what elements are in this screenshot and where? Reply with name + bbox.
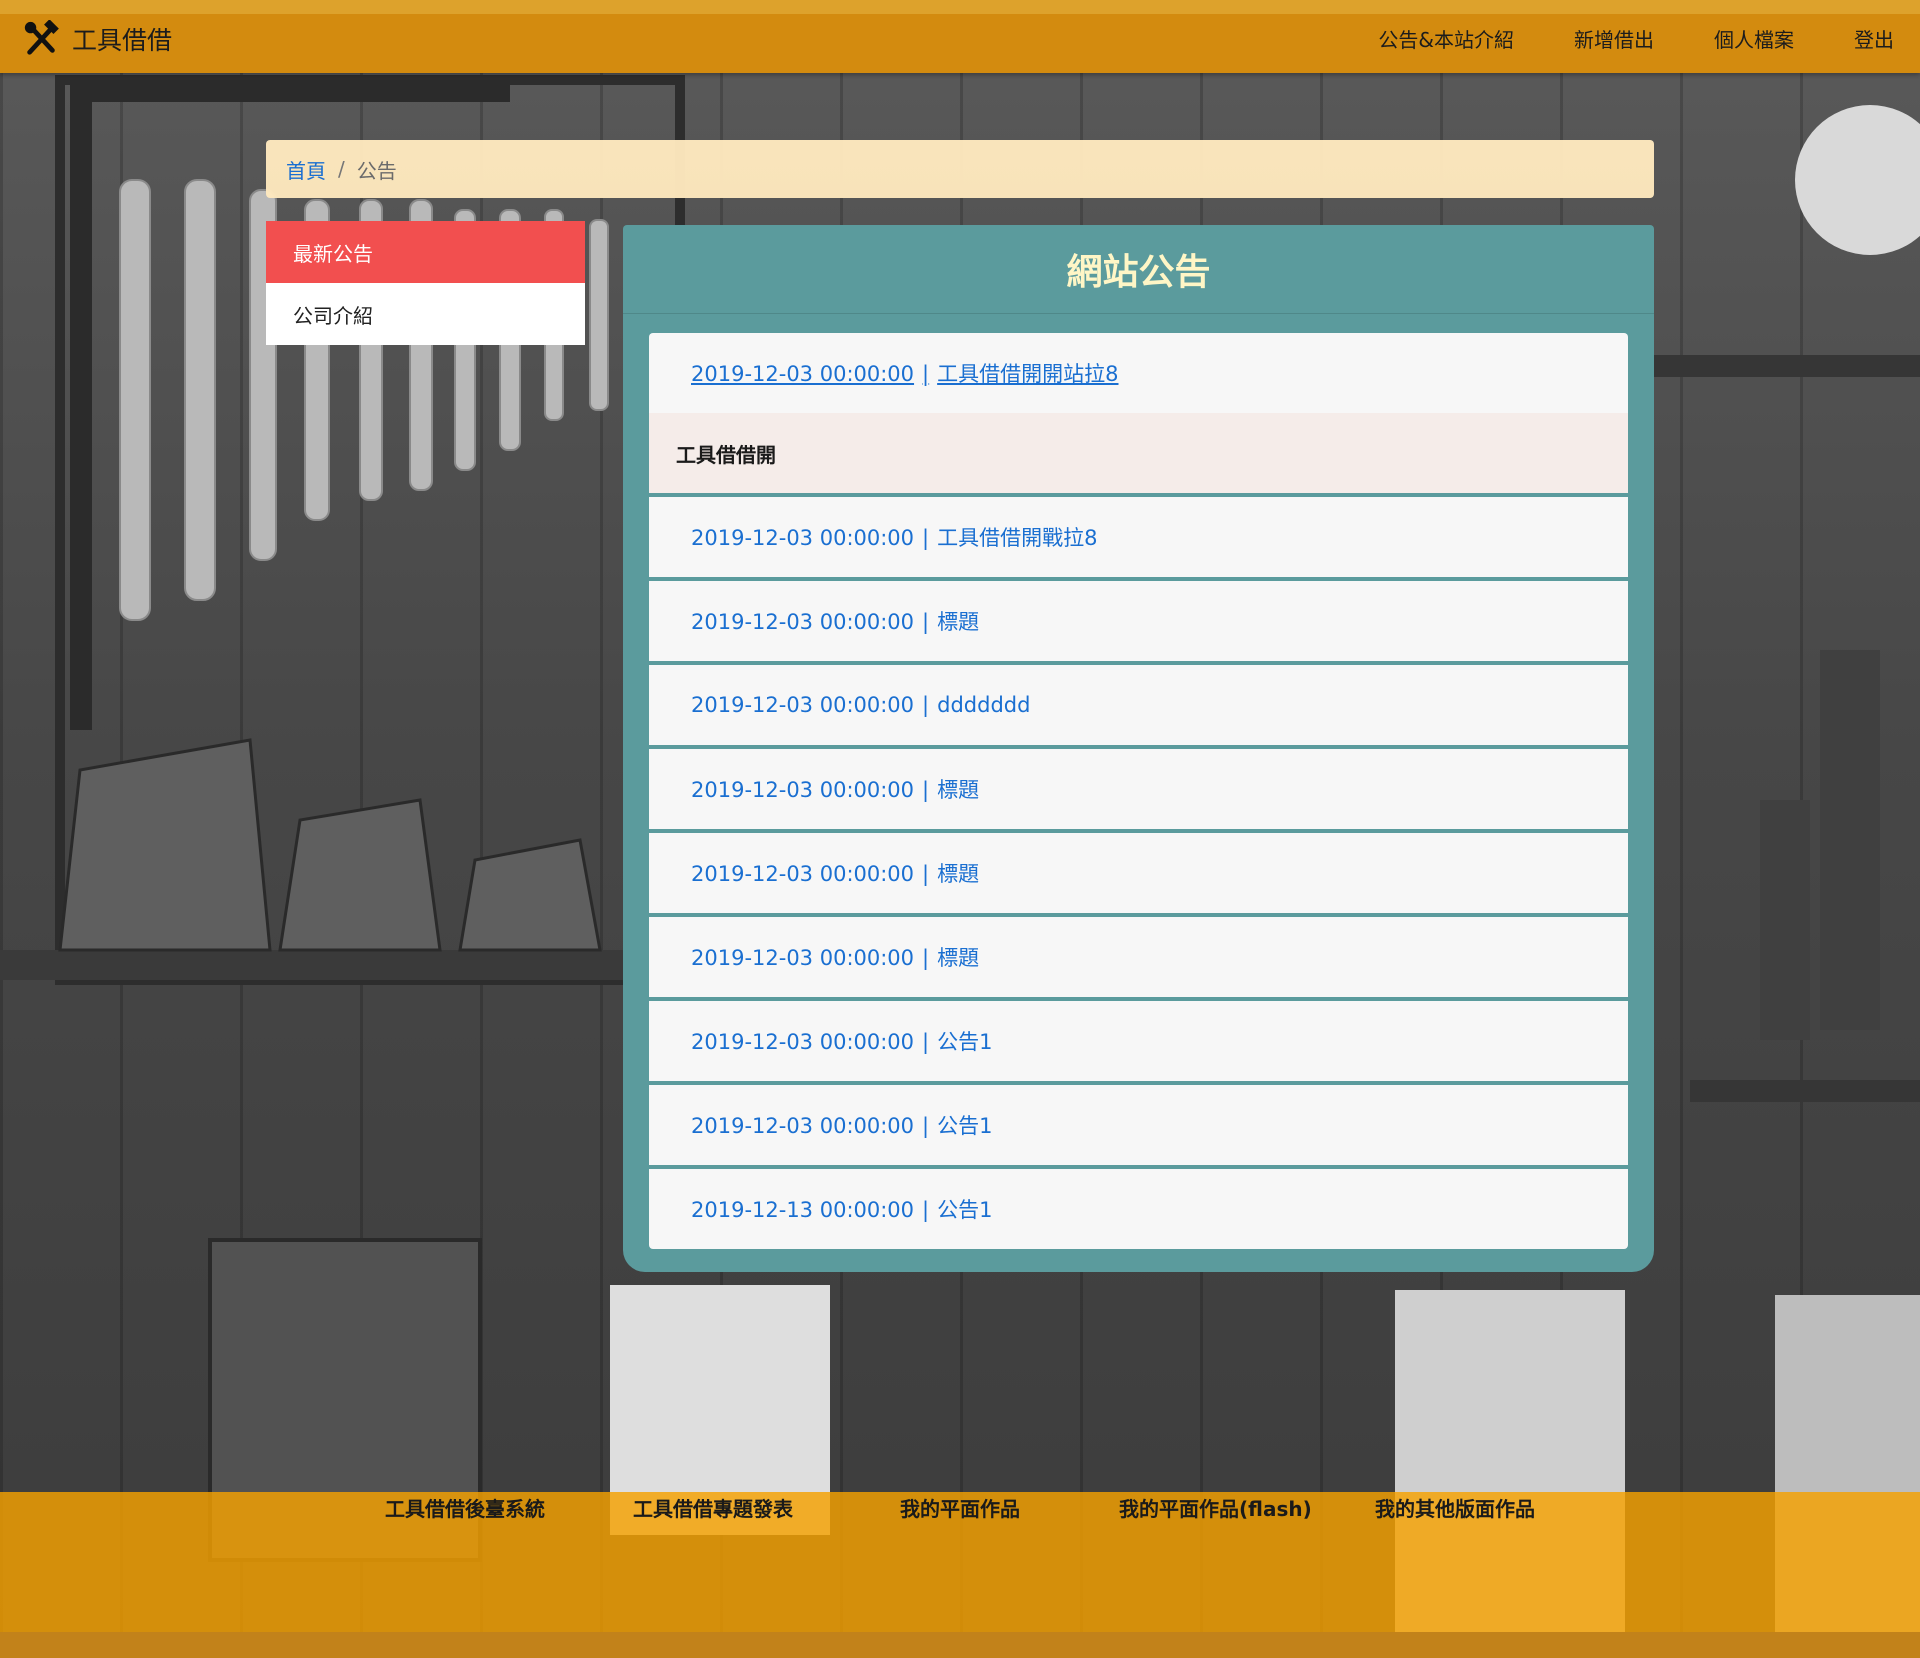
footer-link-other[interactable]: 我的其他版面作品 — [1375, 1493, 1535, 1522]
announcement-link[interactable]: 2019-12-03 00:00:00 | 標題 — [691, 858, 979, 888]
footer-link-graphic[interactable]: 我的平面作品 — [900, 1493, 1020, 1522]
announcement-link[interactable]: 2019-12-03 00:00:00 | 工具借借開戰拉8 — [691, 522, 1098, 552]
announcement-link[interactable]: 2019-12-13 00:00:00 | 公告1 — [691, 1194, 993, 1224]
announcement-row[interactable]: 2019-12-03 00:00:00 | 工具借借開戰拉8 — [649, 497, 1628, 577]
announcement-separator: | — [922, 946, 930, 970]
announcement-list: 2019-12-03 00:00:00 | 工具借借開開站拉8 工具借借開 2019… — [649, 333, 1628, 1249]
announcement-date: 2019-12-03 00:00:00 — [691, 693, 915, 717]
announcement-row[interactable]: 2019-12-03 00:00:00 | 標題 — [649, 749, 1628, 829]
announcement-title: 公告1 — [937, 1198, 993, 1222]
announcement-row[interactable]: 2019-12-03 00:00:00 | 公告1 — [649, 1001, 1628, 1081]
brand-name: 工具借借 — [72, 26, 173, 55]
announcement-separator: | — [922, 778, 930, 802]
announcement-row[interactable]: 2019-12-03 00:00:00 | 工具借借開開站拉8 — [649, 333, 1628, 413]
announcement-title: ddddddd — [937, 693, 1031, 717]
announcement-date: 2019-12-03 00:00:00 — [691, 1030, 915, 1054]
announcement-title: 標題 — [937, 778, 980, 802]
announcement-date: 2019-12-13 00:00:00 — [691, 1198, 915, 1222]
footer-link-admin[interactable]: 工具借借後臺系統 — [385, 1493, 545, 1522]
announcement-date: 2019-12-03 00:00:00 — [691, 362, 915, 386]
brand[interactable]: 工具借借 — [22, 20, 172, 58]
announcement-link[interactable]: 2019-12-03 00:00:00 | ddddddd — [691, 693, 1030, 717]
footer-bottom-bar — [0, 1632, 1920, 1658]
announcement-separator: | — [922, 362, 930, 386]
announcement-link[interactable]: 2019-12-03 00:00:00 | 公告1 — [691, 1026, 993, 1056]
announcement-separator: | — [922, 862, 930, 886]
announcement-separator: | — [922, 526, 930, 550]
nav-new-loan[interactable]: 新增借出 — [1574, 24, 1654, 53]
announcement-link[interactable]: 2019-12-03 00:00:00 | 標題 — [691, 606, 979, 636]
announcement-row[interactable]: 2019-12-13 00:00:00 | 公告1 — [649, 1169, 1628, 1249]
announcement-separator: | — [922, 1030, 930, 1054]
footer-link-project[interactable]: 工具借借專題發表 — [633, 1493, 793, 1522]
breadcrumb-home[interactable]: 首頁 — [286, 155, 326, 184]
announcement-detail: 工具借借開 — [649, 413, 1628, 493]
announcement-title: 標題 — [937, 610, 980, 634]
panel-title: 網站公告 — [623, 225, 1654, 314]
footer-link-flash[interactable]: 我的平面作品(flash) — [1119, 1493, 1312, 1522]
announcement-row[interactable]: 2019-12-03 00:00:00 | 標題 — [649, 581, 1628, 661]
navbar-top-strip — [0, 0, 1920, 14]
side-menu: 最新公告 公司介紹 — [266, 221, 585, 345]
sidebar-item-company-intro[interactable]: 公司介紹 — [266, 283, 585, 345]
announcement-separator: | — [922, 1198, 930, 1222]
announcement-title: 標題 — [937, 946, 980, 970]
footer: 工具借借後臺系統 工具借借專題發表 我的平面作品 我的平面作品(flash) 我… — [0, 1492, 1920, 1632]
nav-profile[interactable]: 個人檔案 — [1714, 24, 1794, 53]
footer-links: 工具借借後臺系統 工具借借專題發表 我的平面作品 我的平面作品(flash) 我… — [0, 1492, 1920, 1522]
announcement-title: 標題 — [937, 862, 980, 886]
nav-announcements[interactable]: 公告&本站介紹 — [1378, 24, 1514, 53]
announcement-row[interactable]: 2019-12-03 00:00:00 | 公告1 — [649, 1085, 1628, 1165]
announcement-link[interactable]: 2019-12-03 00:00:00 | 公告1 — [691, 1110, 993, 1140]
announcement-date: 2019-12-03 00:00:00 — [691, 862, 915, 886]
announcement-row[interactable]: 2019-12-03 00:00:00 | ddddddd — [649, 665, 1628, 745]
breadcrumb: 首頁 / 公告 — [266, 140, 1654, 198]
announcement-date: 2019-12-03 00:00:00 — [691, 526, 915, 550]
announcement-row[interactable]: 2019-12-03 00:00:00 | 標題 — [649, 833, 1628, 913]
announcement-link[interactable]: 2019-12-03 00:00:00 | 標題 — [691, 942, 979, 972]
announcement-link[interactable]: 2019-12-03 00:00:00 | 工具借借開開站拉8 — [691, 358, 1119, 388]
announcement-panel: 網站公告 2019-12-03 00:00:00 | 工具借借開開站拉8 工具借借開… — [623, 225, 1654, 1272]
main-nav: 公告&本站介紹 新增借出 個人檔案 登出 — [1378, 24, 1920, 53]
announcement-title: 工具借借開開站拉8 — [937, 362, 1119, 386]
breadcrumb-current: 公告 — [356, 158, 397, 183]
sidebar-item-latest-announcements[interactable]: 最新公告 — [266, 221, 585, 283]
announcement-date: 2019-12-03 00:00:00 — [691, 610, 915, 634]
announcement-date: 2019-12-03 00:00:00 — [691, 946, 915, 970]
top-navbar: 工具借借 公告&本站介紹 新增借出 個人檔案 登出 — [0, 0, 1920, 73]
announcement-date: 2019-12-03 00:00:00 — [691, 1114, 915, 1138]
announcement-title: 公告1 — [937, 1030, 993, 1054]
announcement-separator: | — [922, 693, 930, 717]
tools-icon — [24, 20, 59, 55]
announcement-separator: | — [922, 610, 930, 634]
announcement-separator: | — [922, 1114, 930, 1138]
announcement-link[interactable]: 2019-12-03 00:00:00 | 標題 — [691, 774, 979, 804]
announcement-title: 公告1 — [937, 1114, 993, 1138]
breadcrumb-separator: / — [338, 157, 345, 181]
announcement-title: 工具借借開戰拉8 — [937, 526, 1098, 550]
announcement-date: 2019-12-03 00:00:00 — [691, 778, 915, 802]
announcement-row[interactable]: 2019-12-03 00:00:00 | 標題 — [649, 917, 1628, 997]
nav-logout[interactable]: 登出 — [1854, 24, 1894, 53]
